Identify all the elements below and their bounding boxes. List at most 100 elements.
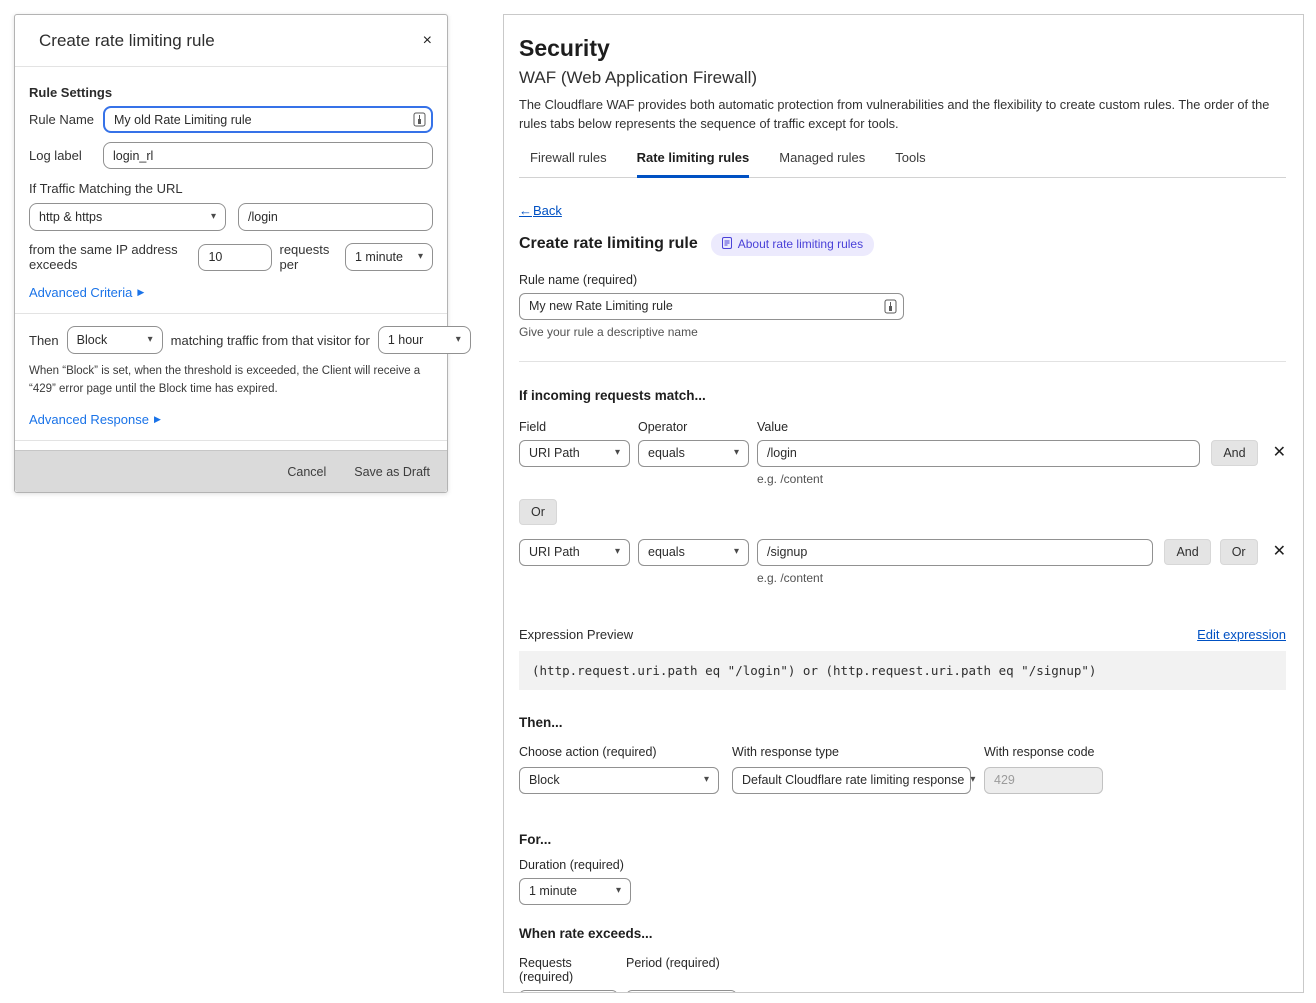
chevron-down-icon: ▾: [970, 775, 975, 785]
operator-column-label: Operator: [638, 420, 757, 434]
operator-select[interactable]: equals ▾: [638, 539, 749, 566]
value-input[interactable]: [757, 440, 1200, 467]
condition-row: URI Path ▾ equals ▾ e.g. /content And Or…: [519, 539, 1286, 585]
and-button[interactable]: And: [1164, 539, 1210, 565]
choose-action-select[interactable]: Block ▾: [519, 767, 719, 794]
url-pattern-input[interactable]: [238, 203, 433, 231]
requests-label: Requests (required): [519, 956, 626, 984]
advanced-response-link[interactable]: Advanced Response ▶: [29, 412, 161, 427]
chevron-down-icon: ▾: [615, 547, 620, 557]
then-label: Then: [29, 333, 59, 348]
cancel-button[interactable]: Cancel: [287, 465, 326, 479]
tab-firewall-rules[interactable]: Firewall rules: [530, 143, 607, 177]
rule-name-label: Rule name (required): [519, 273, 1286, 287]
choose-action-label: Choose action (required): [519, 745, 719, 759]
for-heading: For...: [519, 832, 1286, 847]
autofill-icon: [413, 112, 426, 130]
rate-sentence-before: from the same IP address exceeds: [29, 242, 191, 272]
block-note: When “Block” is set, when the threshold …: [29, 363, 433, 399]
page-subtitle: WAF (Web Application Firewall): [519, 68, 1286, 88]
field-column-label: Field: [519, 420, 638, 434]
log-label-label: Log label: [29, 148, 103, 163]
arrow-left-icon: ←: [519, 203, 532, 218]
rule-settings-heading: Rule Settings: [29, 85, 433, 100]
chevron-down-icon: ▾: [418, 252, 423, 262]
about-rate-limiting-badge[interactable]: About rate limiting rules: [711, 233, 874, 256]
and-button[interactable]: And: [1211, 440, 1257, 466]
value-input[interactable]: [757, 539, 1153, 566]
value-helper: e.g. /content: [757, 472, 1200, 486]
rule-name-input[interactable]: [103, 106, 433, 133]
caret-right-icon: ▶: [137, 287, 144, 298]
or-button[interactable]: Or: [519, 499, 557, 525]
divider: [519, 361, 1286, 362]
value-column-label: Value: [757, 420, 788, 434]
rule-name-row: Rule Name: [29, 106, 433, 133]
expression-preview-code: (http.request.uri.path eq "/login") or (…: [519, 651, 1286, 690]
waf-tabs: Firewall rules Rate limiting rules Manag…: [519, 143, 1286, 178]
field-select[interactable]: URI Path ▾: [519, 539, 630, 566]
requests-threshold-input[interactable]: [198, 244, 272, 271]
rule-name-label: Rule Name: [29, 112, 103, 127]
divider: [15, 440, 447, 441]
response-type-label: With response type: [732, 745, 971, 759]
form-title: Create rate limiting rule: [519, 235, 698, 253]
match-heading: If incoming requests match...: [519, 388, 1286, 403]
log-label-input[interactable]: [103, 142, 433, 169]
doc-icon: [722, 237, 732, 252]
remove-condition-icon[interactable]: ✕: [1273, 445, 1286, 461]
condition-row: URI Path ▾ equals ▾ e.g. /content And ✕: [519, 440, 1286, 486]
then-heading: Then...: [519, 715, 1286, 730]
response-type-select[interactable]: Default Cloudflare rate limiting respons…: [732, 767, 971, 794]
close-icon[interactable]: ×: [423, 33, 432, 49]
remove-condition-icon[interactable]: ✕: [1273, 544, 1286, 560]
traffic-match-heading: If Traffic Matching the URL: [29, 181, 433, 196]
legacy-rate-limiting-dialog: Create rate limiting rule × Rule Setting…: [14, 14, 448, 493]
chevron-down-icon: ▾: [456, 335, 461, 345]
back-link[interactable]: ← Back: [519, 203, 562, 218]
ban-duration-select[interactable]: 1 hour ▾: [378, 326, 471, 354]
dialog-header: Create rate limiting rule ×: [15, 15, 447, 67]
advanced-criteria-link[interactable]: Advanced Criteria ▶: [29, 285, 144, 300]
page-description: The Cloudflare WAF provides both automat…: [519, 96, 1286, 134]
autofill-icon: [884, 299, 897, 319]
value-helper: e.g. /content: [757, 571, 1153, 585]
tab-tools[interactable]: Tools: [895, 143, 925, 177]
scheme-select[interactable]: http & https ▾: [29, 203, 226, 231]
edit-expression-link[interactable]: Edit expression: [1197, 627, 1286, 642]
response-code-label: With response code: [984, 745, 1103, 759]
security-waf-panel: Security WAF (Web Application Firewall) …: [503, 14, 1304, 993]
duration-label: Duration (required): [519, 858, 1286, 872]
rule-name-helper: Give your rule a descriptive name: [519, 325, 1286, 339]
operator-select[interactable]: equals ▾: [638, 440, 749, 467]
requests-input[interactable]: [519, 990, 618, 993]
chevron-down-icon: ▾: [148, 335, 153, 345]
chevron-down-icon: ▾: [734, 547, 739, 557]
response-code-input: 429: [984, 767, 1103, 794]
rate-exceeds-heading: When rate exceeds...: [519, 926, 1286, 941]
caret-right-icon: ▶: [154, 414, 161, 425]
period-select[interactable]: 1 minute ▾: [345, 243, 433, 271]
dialog-title: Create rate limiting rule: [39, 31, 215, 51]
dialog-footer: Cancel Save as Draft: [15, 450, 447, 492]
tab-rate-limiting-rules[interactable]: Rate limiting rules: [637, 143, 750, 178]
expression-preview-label: Expression Preview: [519, 627, 633, 642]
rule-name-input[interactable]: [519, 293, 904, 320]
tab-managed-rules[interactable]: Managed rules: [779, 143, 865, 177]
action-select[interactable]: Block ▾: [67, 326, 163, 354]
chevron-down-icon: ▾: [734, 448, 739, 458]
or-button[interactable]: Or: [1220, 539, 1258, 565]
chevron-down-icon: ▾: [704, 775, 709, 785]
divider: [15, 313, 447, 314]
page-title: Security: [519, 35, 1286, 62]
chevron-down-icon: ▾: [211, 212, 216, 222]
log-label-row: Log label: [29, 142, 433, 169]
save-as-draft-button[interactable]: Save as Draft: [354, 465, 430, 479]
chevron-down-icon: ▾: [616, 886, 621, 896]
rate-sentence-middle: requests per: [279, 242, 338, 272]
period-select[interactable]: 1 minute ▾: [626, 990, 737, 993]
duration-select[interactable]: 1 minute ▾: [519, 878, 631, 905]
period-label: Period (required): [626, 956, 720, 984]
field-select[interactable]: URI Path ▾: [519, 440, 630, 467]
chevron-down-icon: ▾: [615, 448, 620, 458]
